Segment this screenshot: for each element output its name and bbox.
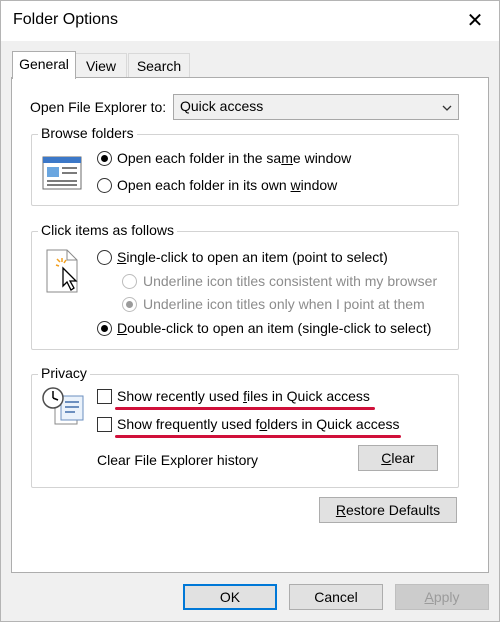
single-click-label[interactable]: Single-click to open an item (point to s…	[117, 249, 388, 265]
checkbox-recent-files[interactable]	[97, 389, 112, 404]
radio-same-window[interactable]	[97, 151, 112, 166]
title-bar: Folder Options ✕	[1, 1, 499, 41]
clear-button[interactable]: Clear	[358, 445, 438, 471]
tab-search[interactable]: Search	[128, 53, 190, 78]
checkbox-frequent-folders[interactable]	[97, 417, 112, 432]
browse-folders-group: Browse folders	[31, 125, 459, 206]
clear-history-label: Clear File Explorer history	[97, 452, 259, 468]
radio-single-click[interactable]	[97, 250, 112, 265]
tab-general[interactable]: General	[12, 51, 76, 79]
red-underline-annotation	[115, 435, 401, 438]
browse-folders-title: Browse folders	[38, 125, 137, 141]
underline-point-label[interactable]: Underline icon titles only when I point …	[143, 296, 425, 312]
underline-browser-label[interactable]: Underline icon titles consistent with my…	[143, 273, 437, 289]
red-underline-annotation	[115, 407, 375, 410]
double-click-label[interactable]: Double-click to open an item (single-cli…	[117, 320, 431, 336]
own-window-label[interactable]: Open each folder in its own window	[117, 177, 337, 193]
radio-underline-browser[interactable]	[122, 274, 137, 289]
restore-defaults-button[interactable]: Restore Defaults	[319, 497, 457, 523]
window-title: Folder Options	[13, 11, 118, 28]
folder-options-dialog: Folder Options ✕ General View Search Ope…	[0, 0, 500, 622]
open-to-label: Open File Explorer to:	[30, 99, 167, 115]
click-items-title: Click items as follows	[38, 222, 178, 238]
radio-double-click[interactable]	[97, 321, 112, 336]
apply-button[interactable]: Apply	[395, 584, 489, 610]
same-window-label[interactable]: Open each folder in the same window	[117, 150, 351, 166]
close-icon[interactable]: ✕	[461, 7, 489, 35]
cancel-button[interactable]: Cancel	[289, 584, 383, 610]
chevron-down-icon	[442, 105, 452, 111]
privacy-title: Privacy	[38, 365, 90, 381]
window-icon	[42, 156, 82, 190]
click-cursor-icon	[46, 249, 78, 293]
open-to-dropdown[interactable]: Quick access	[173, 94, 459, 120]
radio-underline-point[interactable]	[122, 297, 137, 312]
recent-files-label[interactable]: Show recently used files in Quick access	[117, 388, 370, 404]
tab-view[interactable]: View	[75, 53, 127, 78]
ok-button[interactable]: OK	[183, 584, 277, 610]
frequent-folders-label[interactable]: Show frequently used folders in Quick ac…	[117, 416, 400, 432]
open-to-value: Quick access	[180, 98, 264, 114]
clock-documents-icon	[42, 387, 84, 425]
radio-own-window[interactable]	[97, 178, 112, 193]
